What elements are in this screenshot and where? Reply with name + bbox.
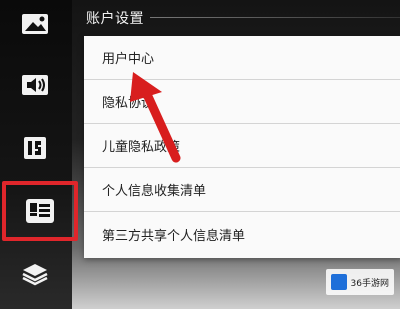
sidebar [0,0,78,309]
watermark-logo [330,274,347,290]
display-settings-button[interactable] [10,126,60,170]
watermark-text: 36手游网 [350,278,389,289]
panel-title: 账户设置 [86,11,144,27]
menu-item-third-party-share-list[interactable]: 第三方共享个人信息清单 [84,212,400,256]
title-divider [150,17,400,18]
watermark: 36手游网 [325,269,394,295]
account-settings-button[interactable] [2,181,78,241]
sound-settings-button[interactable] [10,63,60,107]
menu-item-privacy-agreement[interactable]: 隐私协议 [84,80,400,124]
menu-item-personal-info-list[interactable]: 个人信息收集清单 [84,168,400,212]
account-menu: 用户中心 隐私协议 儿童隐私政策 个人信息收集清单 第三方共享个人信息清单 [84,36,400,258]
display-icon [24,137,46,159]
picture-settings-button[interactable] [10,2,60,46]
picture-icon [22,14,48,34]
highlight-frame [2,181,78,241]
layers-icon [22,264,48,286]
menu-item-user-center[interactable]: 用户中心 [84,36,400,80]
layers-settings-button[interactable] [10,252,60,296]
menu-item-child-privacy-policy[interactable]: 儿童隐私政策 [84,124,400,168]
sound-icon [22,75,48,95]
